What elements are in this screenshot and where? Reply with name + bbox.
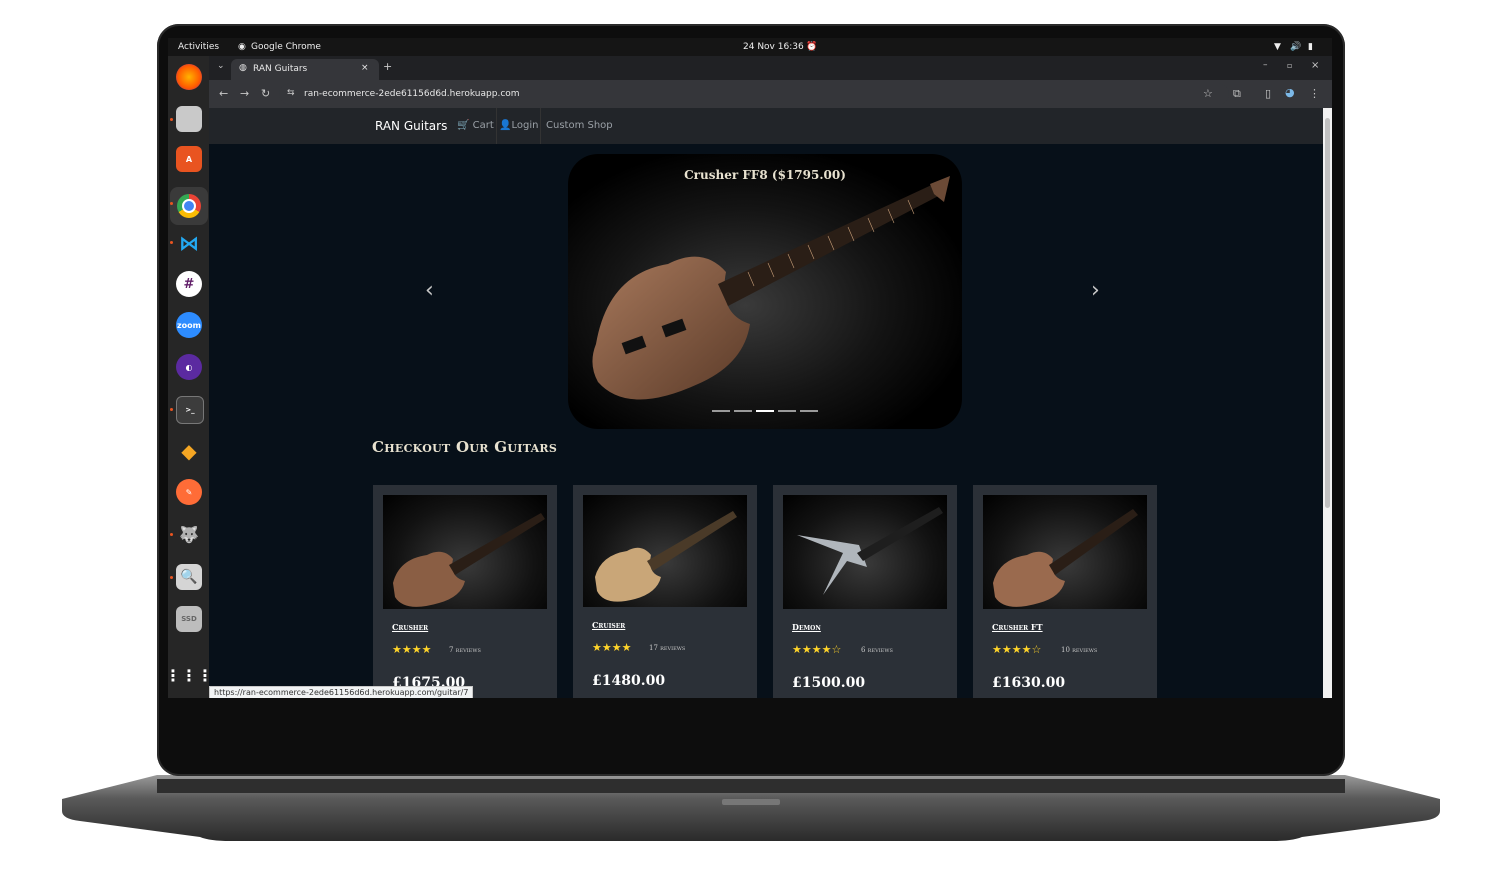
zoom-label: zoom: [177, 320, 201, 330]
wifi-icon[interactable]: ▼: [1274, 42, 1281, 52]
volume-icon[interactable]: 🔊: [1290, 42, 1301, 52]
user-icon: 👤: [499, 120, 512, 131]
activities-button[interactable]: Activities: [178, 42, 219, 52]
firefox-icon[interactable]: [176, 64, 202, 90]
cart-icon: 🛒: [457, 120, 470, 131]
app-center-icon[interactable]: A: [176, 146, 202, 172]
product-image[interactable]: [583, 495, 747, 607]
product-image[interactable]: [983, 495, 1147, 609]
zoom-icon[interactable]: zoom: [176, 312, 202, 338]
product-price: £1480.00: [592, 673, 666, 689]
login-label: Login: [511, 120, 539, 131]
forward-icon[interactable]: →: [240, 87, 249, 100]
carousel-prev-icon[interactable]: ‹: [425, 278, 434, 303]
app-grid-icon[interactable]: ⋮⋮⋮: [168, 662, 213, 688]
slack-icon[interactable]: #: [176, 271, 202, 297]
laptop-base: [62, 775, 1440, 841]
section-heading: Checkout Our Guitars: [372, 438, 558, 456]
cart-link[interactable]: 🛒 Cart: [457, 120, 494, 131]
carousel-indicator-5[interactable]: [800, 410, 818, 412]
chrome-small-icon: ◉: [238, 42, 246, 52]
product-name-link[interactable]: Cruiser: [592, 620, 625, 630]
chrome-icon-wrapper[interactable]: [170, 187, 208, 225]
product-card[interactable]: Cruiser ★★★★ 17 reviews £1480.00: [573, 485, 757, 698]
review-count: 6 reviews: [861, 646, 893, 654]
chrome-icon: [177, 194, 201, 218]
tab-search-icon[interactable]: ⌄: [217, 61, 225, 71]
close-window-icon[interactable]: ×: [1311, 60, 1319, 71]
app-menu-label[interactable]: Google Chrome: [251, 42, 321, 52]
site-navbar: RAN Guitars 🛒 Cart 👤Login Custom Shop: [209, 108, 1323, 144]
profile-avatar[interactable]: ◕: [1285, 86, 1295, 99]
address-bar[interactable]: ⇆ ran-ecommerce-2ede61156d6d.herokuapp.c…: [279, 83, 1229, 105]
product-price: £1630.00: [992, 675, 1066, 691]
ssd-label: SSD: [181, 615, 197, 623]
screen: Activities ◉ Google Chrome 24 Nov 16:36 …: [168, 38, 1332, 698]
bookmark-star-icon[interactable]: ☆: [1203, 87, 1213, 100]
files-icon[interactable]: [176, 106, 202, 132]
rating-stars: ★★★★: [592, 641, 632, 654]
cart-label: Cart: [472, 120, 494, 131]
review-count: 10 reviews: [1061, 646, 1098, 654]
dbeaver-icon[interactable]: ◆: [176, 438, 202, 464]
product-card[interactable]: Crusher ★★★★ 7 reviews £1675.00: [373, 485, 557, 698]
site-info-icon[interactable]: ⇆: [287, 88, 295, 98]
minimize-icon[interactable]: –: [1263, 60, 1268, 70]
chrome-menu-icon[interactable]: ⋮: [1309, 87, 1320, 100]
carousel-caption: Crusher FF8 ($1795.00): [684, 168, 846, 182]
ubuntu-dock: A ⋈ # zoom ◐ >_ ◆ ✎ 🐺 🔍 SSD ⋮⋮⋮: [168, 56, 213, 698]
product-image[interactable]: [783, 495, 947, 609]
carousel-indicator-1[interactable]: [712, 410, 730, 412]
product-name-link[interactable]: Demon: [792, 622, 821, 632]
tor-browser-icon[interactable]: ◐: [176, 354, 202, 380]
battery-icon[interactable]: ▮: [1308, 42, 1313, 52]
globe-icon: ◍: [239, 63, 247, 73]
maximize-icon[interactable]: ▫: [1287, 61, 1292, 70]
reload-icon[interactable]: ↻: [261, 87, 270, 100]
tab-close-icon[interactable]: ×: [361, 63, 369, 73]
web-viewport: RAN Guitars 🛒 Cart 👤Login Custom Shop ‹ …: [209, 108, 1323, 698]
postman-icon[interactable]: ✎: [176, 479, 202, 505]
side-panel-icon[interactable]: ▯: [1265, 87, 1271, 100]
search-icon[interactable]: 🔍: [176, 564, 202, 590]
review-count: 7 reviews: [449, 646, 481, 654]
status-bubble-url: https://ran-ecommerce-2ede61156d6d.herok…: [209, 686, 474, 698]
terminal-icon[interactable]: >_: [176, 396, 204, 424]
alarm-icon: ⏰: [806, 42, 818, 52]
review-count: 17 reviews: [649, 644, 686, 652]
scrollbar-thumb[interactable]: [1325, 118, 1330, 508]
chrome-tab-strip: ⌄ ◍ RAN Guitars × + – ▫ ×: [209, 56, 1332, 80]
brand-link[interactable]: RAN Guitars: [375, 119, 447, 133]
product-image[interactable]: [383, 495, 547, 609]
rating-stars: ★★★★: [392, 643, 432, 656]
custom-shop-link[interactable]: Custom Shop: [546, 120, 613, 131]
carousel-indicator-3-active[interactable]: [756, 410, 774, 412]
back-icon[interactable]: ←: [219, 87, 228, 100]
hero-carousel[interactable]: Crusher FF8 ($1795.00): [568, 154, 962, 429]
login-link[interactable]: 👤Login: [499, 120, 538, 131]
ssd-icon[interactable]: SSD: [176, 606, 202, 632]
clock[interactable]: 24 Nov 16:36: [743, 42, 804, 52]
vscode-icon[interactable]: ⋈: [176, 230, 202, 256]
carousel-indicator-4[interactable]: [778, 410, 796, 412]
chrome-toolbar: ← → ↻ ⇆ ran-ecommerce-2ede61156d6d.herok…: [209, 80, 1332, 108]
tab-ran-guitars[interactable]: ◍ RAN Guitars ×: [231, 59, 379, 80]
gnome-top-bar: Activities ◉ Google Chrome 24 Nov 16:36 …: [168, 38, 1332, 56]
tab-title: RAN Guitars: [253, 64, 308, 74]
extensions-icon[interactable]: ⧉: [1233, 87, 1241, 101]
rating-stars: ★★★★☆: [992, 643, 1042, 656]
product-price: £1500.00: [792, 675, 866, 691]
gimp-icon[interactable]: 🐺: [176, 521, 202, 547]
url-text: ran-ecommerce-2ede61156d6d.herokuapp.com: [304, 89, 520, 99]
rating-stars: ★★★★☆: [792, 643, 842, 656]
product-name-link[interactable]: Crusher: [392, 622, 428, 632]
carousel-indicator-2[interactable]: [734, 410, 752, 412]
guitar-hero-image: [592, 176, 950, 400]
product-card[interactable]: Demon ★★★★☆ 6 reviews £1500.00: [773, 485, 957, 698]
new-tab-icon[interactable]: +: [383, 60, 392, 73]
product-name-link[interactable]: Crusher FT: [992, 622, 1043, 632]
carousel-next-icon[interactable]: ›: [1091, 278, 1100, 303]
product-card[interactable]: Crusher FT ★★★★☆ 10 reviews £1630.00: [973, 485, 1157, 698]
